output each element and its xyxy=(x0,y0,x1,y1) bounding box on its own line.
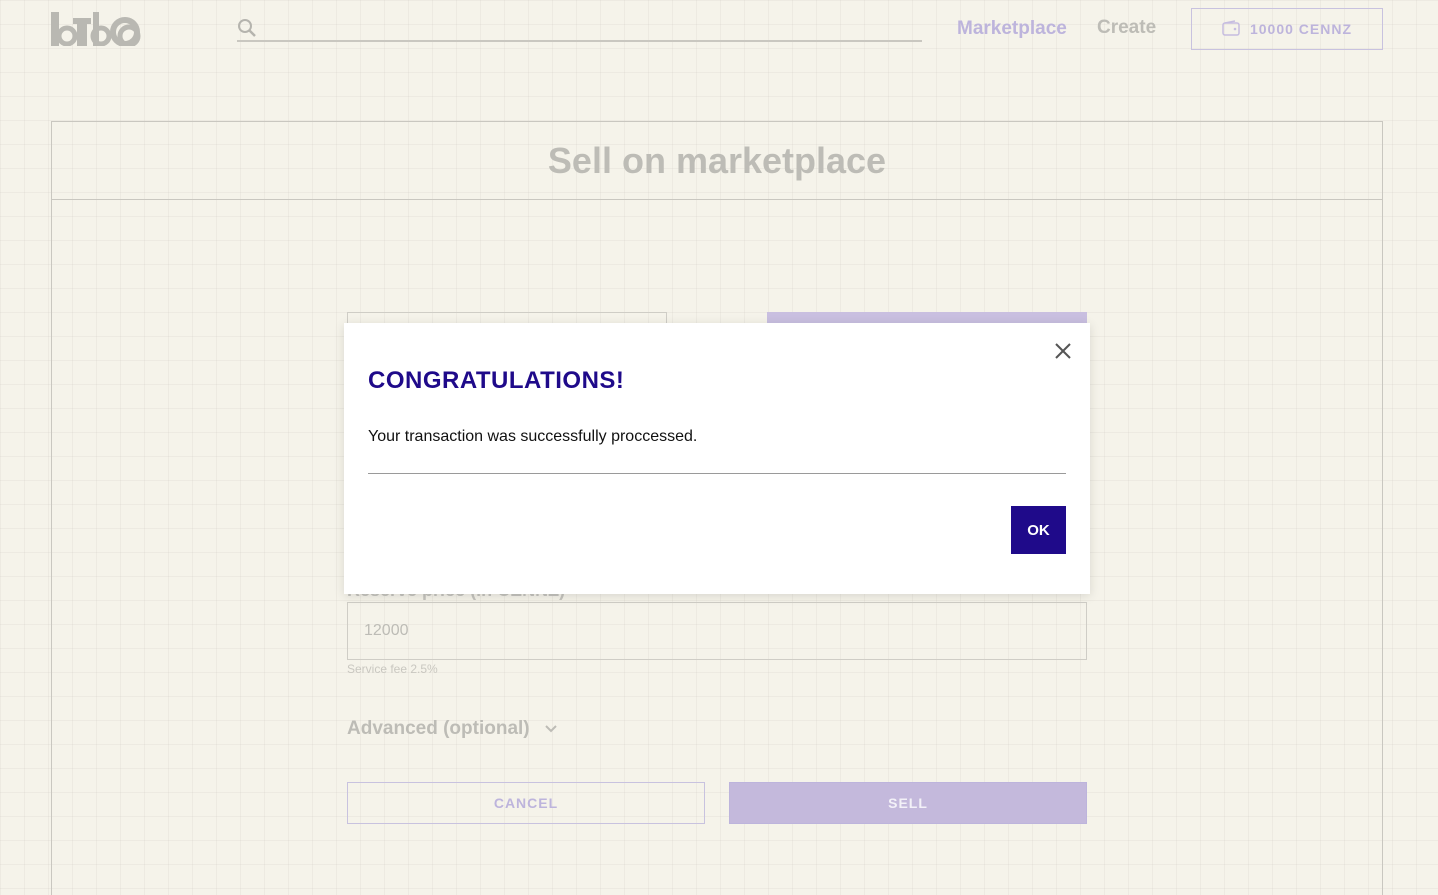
search-bar xyxy=(237,14,922,42)
modal-divider xyxy=(368,473,1066,474)
search-icon xyxy=(237,18,257,43)
advanced-label: Advanced (optional) xyxy=(347,718,530,739)
logo[interactable] xyxy=(51,12,141,46)
search-input[interactable] xyxy=(263,14,913,40)
litho-logo-icon xyxy=(51,12,141,46)
wallet-icon xyxy=(1222,19,1240,39)
ok-button[interactable]: OK xyxy=(1011,506,1066,554)
modal-message: Your transaction was successfully procce… xyxy=(368,428,698,445)
page-title: Sell on marketplace xyxy=(547,139,887,181)
wallet-button[interactable]: 10000 CENNZ xyxy=(1191,8,1383,50)
modal-title: CONGRATULATIONS! xyxy=(368,367,625,394)
wallet-balance: 10000 CENNZ xyxy=(1249,21,1353,37)
nav-marketplace[interactable]: Marketplace xyxy=(957,18,1067,40)
nav-create[interactable]: Create xyxy=(1097,17,1156,39)
service-fee-note: Service fee 2.5% xyxy=(347,662,438,676)
chevron-down-icon xyxy=(544,718,558,740)
cancel-button[interactable]: CANCEL xyxy=(347,782,705,824)
advanced-toggle[interactable]: Advanced (optional) xyxy=(347,718,558,740)
close-icon[interactable] xyxy=(1053,341,1073,361)
sell-button[interactable]: SELL xyxy=(729,782,1087,824)
panel-header: Sell on marketplace xyxy=(52,122,1382,200)
reserve-price-input[interactable] xyxy=(347,602,1087,660)
success-modal: CONGRATULATIONS! Your transaction was su… xyxy=(344,323,1090,594)
